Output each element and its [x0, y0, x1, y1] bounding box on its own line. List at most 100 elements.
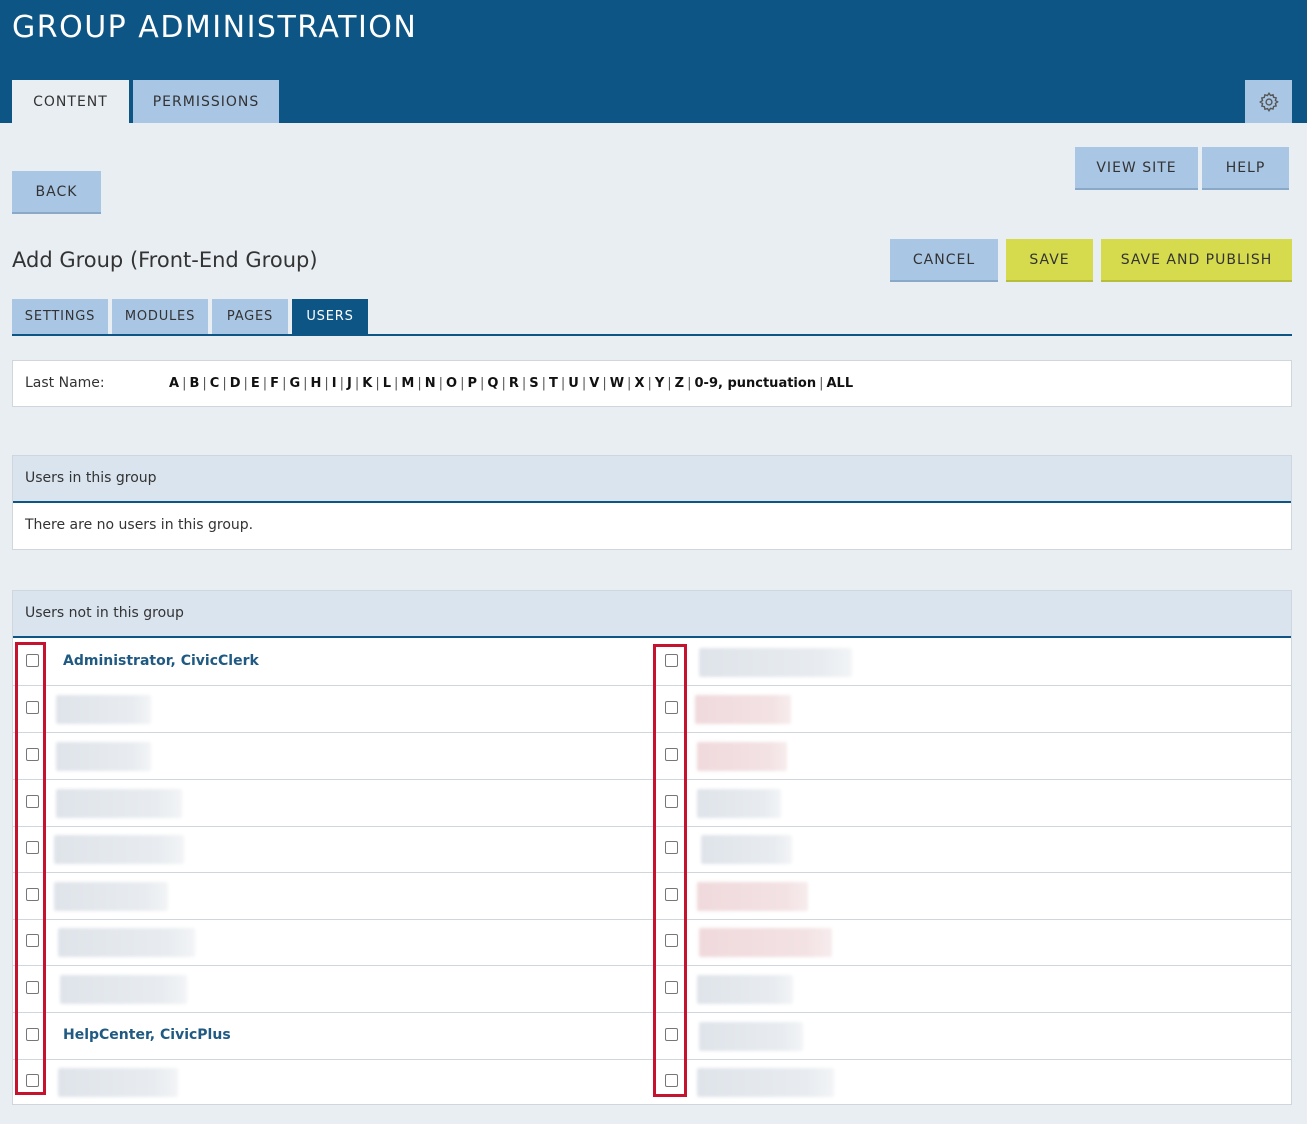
cancel-button[interactable]: CANCEL: [890, 239, 998, 282]
letter-separator: |: [541, 376, 547, 391]
letter-separator: |: [262, 376, 268, 391]
redacted-user-name[interactable]: [54, 835, 184, 864]
letter-separator: |: [417, 376, 422, 391]
redacted-user-name[interactable]: [697, 975, 793, 1004]
save-button[interactable]: SAVE: [1006, 239, 1093, 282]
panel-title: Users in this group: [13, 456, 1291, 503]
letter-link[interactable]: N: [425, 376, 436, 391]
letter-link[interactable]: V: [589, 376, 599, 391]
letter-link[interactable]: W: [610, 376, 624, 391]
table-row: [13, 1059, 1291, 1106]
table-row: Administrator, CivicClerk: [13, 639, 1291, 686]
users-in-group-panel: Users in this group There are no users i…: [12, 455, 1292, 550]
help-button[interactable]: HELP: [1202, 147, 1289, 190]
app-title: GROUP ADMINISTRATION: [12, 10, 418, 45]
table-row: [13, 686, 1291, 733]
letter-link[interactable]: H: [311, 376, 322, 391]
table-row: [13, 826, 1291, 873]
letter-link[interactable]: J: [347, 376, 352, 391]
letter-link[interactable]: I: [332, 376, 337, 391]
empty-message: There are no users in this group.: [25, 517, 254, 533]
letter-separator: |: [222, 376, 227, 391]
letter-link[interactable]: K: [362, 376, 372, 391]
letter-link[interactable]: R: [509, 376, 519, 391]
redacted-user-name[interactable]: [56, 695, 151, 724]
letter-separator: |: [647, 376, 652, 391]
table-row: [13, 780, 1291, 827]
user-name-link[interactable]: Administrator, CivicClerk: [63, 653, 259, 669]
letter-link[interactable]: A: [169, 376, 179, 391]
letter-link[interactable]: 0-9, punctuation: [695, 376, 817, 391]
table-row: [13, 919, 1291, 966]
letter-separator: |: [303, 376, 308, 391]
redacted-user-name[interactable]: [701, 835, 792, 864]
tab-settings[interactable]: SETTINGS: [12, 299, 108, 334]
back-button[interactable]: BACK: [12, 171, 101, 214]
redacted-user-name[interactable]: [695, 695, 791, 724]
letter-separator: |: [627, 376, 632, 391]
redacted-user-name[interactable]: [697, 882, 808, 911]
redacted-user-name[interactable]: [58, 928, 195, 957]
letter-separator: |: [375, 376, 380, 391]
users-not-in-group-panel: Users not in this group Administrator, C…: [12, 590, 1292, 1105]
user-name-link[interactable]: HelpCenter, CivicPlus: [63, 1027, 231, 1043]
letter-separator: |: [581, 376, 587, 391]
redacted-user-name[interactable]: [699, 928, 832, 957]
letter-separator: |: [521, 376, 527, 391]
letter-link[interactable]: X: [634, 376, 644, 391]
panel-title: Users not in this group: [13, 591, 1291, 638]
redacted-user-name[interactable]: [60, 975, 187, 1004]
save-and-publish-button[interactable]: SAVE AND PUBLISH: [1101, 239, 1292, 282]
redacted-user-name[interactable]: [697, 742, 787, 771]
redacted-user-name[interactable]: [56, 789, 182, 818]
letter-separator: |: [501, 376, 506, 391]
letter-link[interactable]: ALL: [826, 376, 853, 391]
tab-users[interactable]: USERS: [292, 299, 368, 334]
tab-pages[interactable]: PAGES: [212, 299, 288, 334]
letter-separator: |: [243, 376, 248, 391]
tab-permissions[interactable]: PERMISSIONS: [133, 80, 279, 123]
letter-link[interactable]: Y: [655, 376, 664, 391]
letter-separator: |: [339, 376, 345, 391]
redacted-user-name[interactable]: [699, 1022, 803, 1051]
settings-button[interactable]: [1245, 80, 1292, 123]
letter-separator: |: [602, 376, 607, 391]
letter-link[interactable]: M: [401, 376, 414, 391]
letter-link[interactable]: U: [568, 376, 579, 391]
redacted-user-name[interactable]: [58, 1068, 178, 1097]
table-row: [13, 873, 1291, 920]
letter-link[interactable]: G: [289, 376, 300, 391]
redacted-user-name[interactable]: [699, 648, 852, 677]
letter-separator: |: [819, 376, 824, 391]
letter-link[interactable]: P: [467, 376, 477, 391]
letter-link[interactable]: Q: [487, 376, 498, 391]
letter-separator: |: [202, 376, 207, 391]
letter-link[interactable]: T: [549, 376, 558, 391]
letter-link[interactable]: E: [251, 376, 260, 391]
letter-separator: |: [182, 376, 187, 391]
view-site-button[interactable]: VIEW SITE: [1075, 147, 1198, 190]
letter-separator: |: [324, 376, 329, 391]
letter-link[interactable]: L: [383, 376, 391, 391]
letter-link[interactable]: O: [446, 376, 457, 391]
redacted-user-name[interactable]: [54, 882, 168, 911]
table-row: [13, 966, 1291, 1013]
letter-separator: |: [667, 376, 672, 391]
letter-link[interactable]: S: [529, 376, 538, 391]
tab-modules[interactable]: MODULES: [112, 299, 208, 334]
letter-link[interactable]: F: [270, 376, 279, 391]
letter-link[interactable]: C: [210, 376, 220, 391]
tab-content[interactable]: CONTENT: [12, 80, 129, 123]
letter-separator: |: [480, 376, 485, 391]
letter-separator: |: [394, 376, 399, 391]
redacted-user-name[interactable]: [697, 1068, 834, 1097]
letter-separator: |: [438, 376, 444, 391]
letter-link[interactable]: B: [189, 376, 199, 391]
table-row: HelpCenter, CivicPlus: [13, 1013, 1291, 1060]
redacted-user-name[interactable]: [56, 742, 151, 771]
redacted-user-name[interactable]: [697, 789, 781, 818]
letter-link[interactable]: D: [230, 376, 241, 391]
app-header: GROUP ADMINISTRATION CONTENT PERMISSIONS: [0, 0, 1307, 123]
letter-separator: |: [460, 376, 465, 391]
letter-link[interactable]: Z: [675, 376, 684, 391]
